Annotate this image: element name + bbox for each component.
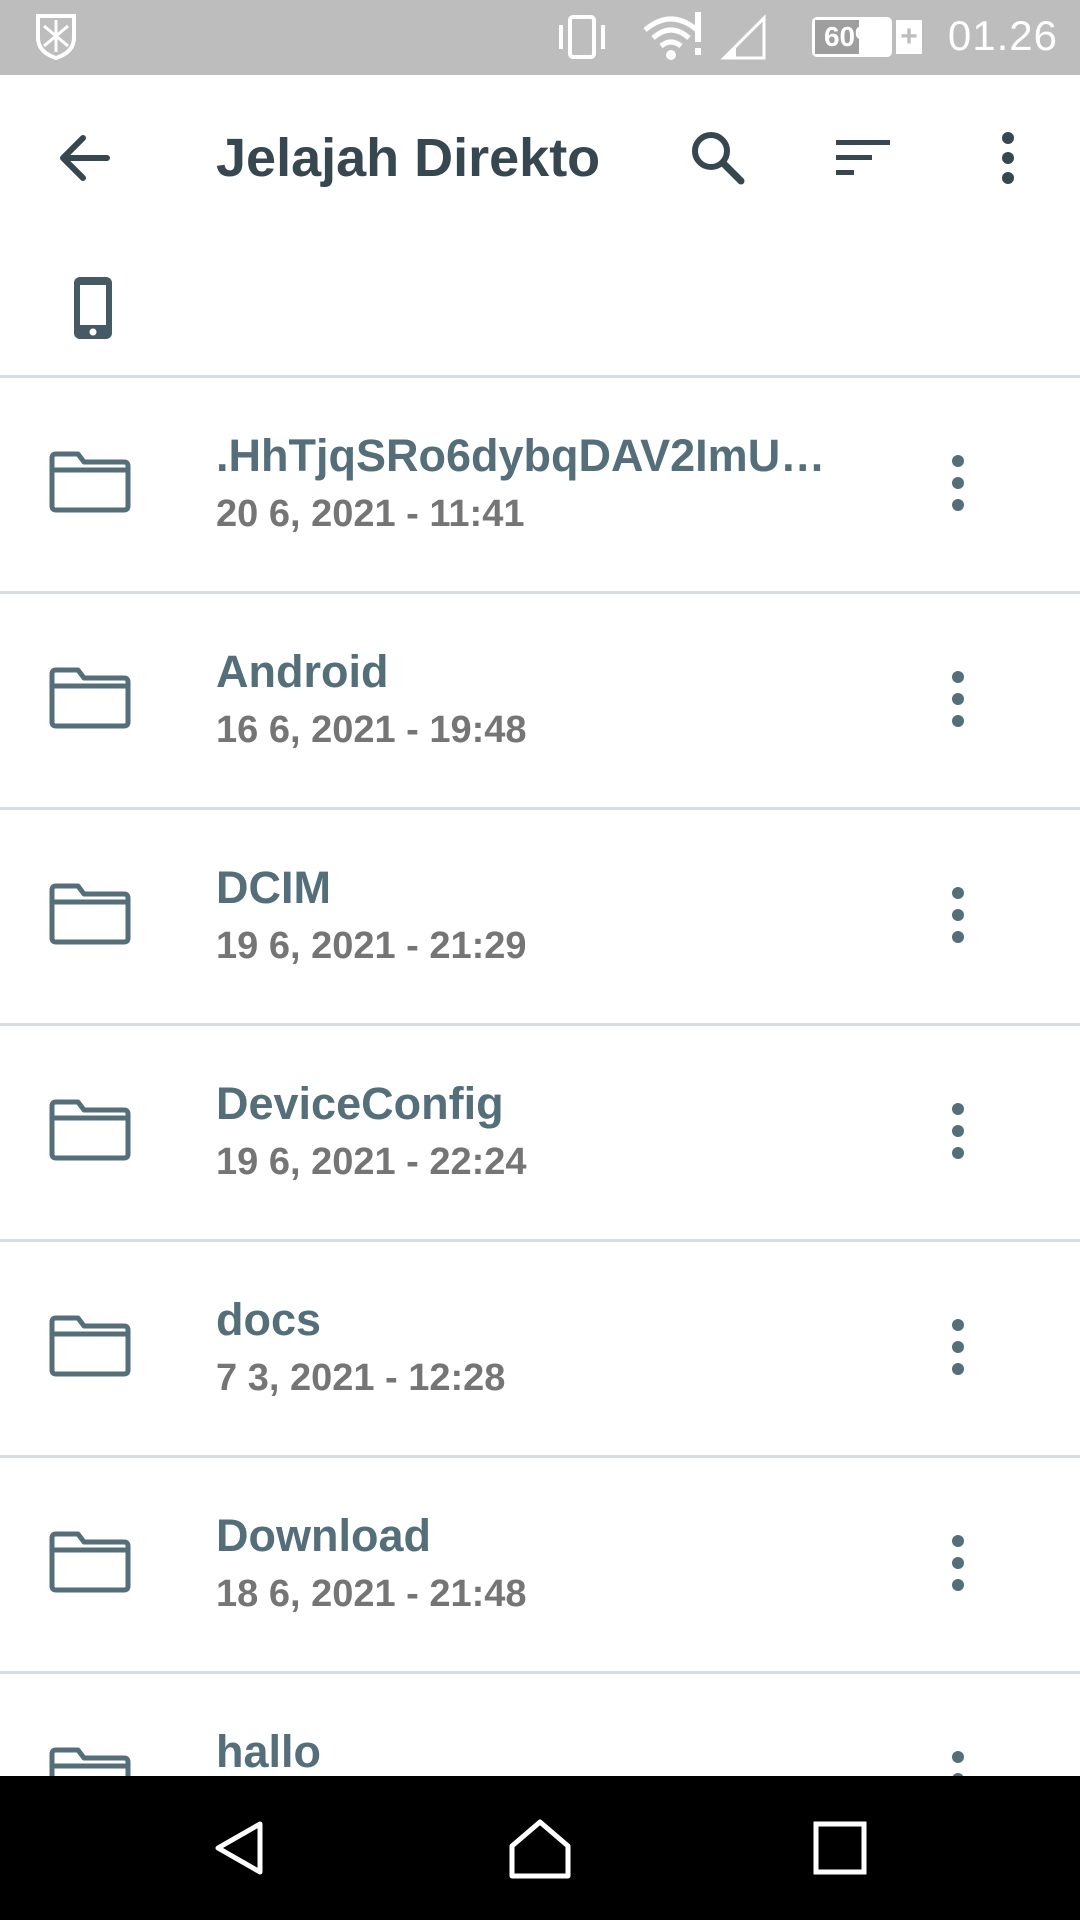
folder-icon [49, 451, 131, 513]
file-date: 19 6, 2021 - 21:29 [216, 925, 527, 967]
file-date: 16 6, 2021 - 19:48 [216, 709, 527, 751]
file-name: docs [216, 1294, 322, 1345]
list-item[interactable]: docs 7 3, 2021 - 12:28 [0, 1242, 1080, 1458]
more-vert-icon [1002, 132, 1014, 184]
sort-button[interactable] [813, 108, 913, 208]
item-more-button[interactable] [908, 1081, 1008, 1181]
cell-signal-icon [720, 14, 766, 60]
item-more-button[interactable] [908, 649, 1008, 749]
list-item[interactable]: Download 18 6, 2021 - 21:48 [0, 1458, 1080, 1674]
file-name: .HhTjqSRo6dybqDAV2ImU… [216, 430, 826, 481]
sort-icon [836, 140, 890, 175]
more-vert-icon [952, 455, 964, 511]
status-time: 01.26 [947, 12, 1058, 59]
folder-icon [49, 883, 131, 945]
app-bar: Jelajah Direkto [0, 75, 1080, 245]
notification-shield-icon [36, 14, 76, 60]
file-name: DeviceConfig [216, 1078, 504, 1129]
navigation-bar [0, 1776, 1080, 1920]
overflow-menu-button[interactable] [958, 108, 1058, 208]
nav-back-button[interactable] [190, 1798, 290, 1898]
back-arrow-icon [60, 135, 110, 181]
more-vert-icon [952, 1535, 964, 1591]
status-bar: 60% + 01.26 [0, 0, 1080, 75]
back-button[interactable] [35, 108, 135, 208]
nav-recents-icon [813, 1821, 867, 1875]
list-item[interactable]: DCIM 19 6, 2021 - 21:29 [0, 810, 1080, 1026]
search-button[interactable] [668, 108, 768, 208]
file-name: Download [216, 1510, 431, 1561]
file-date: 20 6, 2021 - 11:41 [216, 493, 525, 535]
more-vert-icon [952, 1103, 964, 1159]
file-name: Android [216, 646, 389, 697]
wifi-icon [643, 12, 701, 60]
more-vert-icon [952, 671, 964, 727]
nav-home-button[interactable] [490, 1798, 590, 1898]
file-name: DCIM [216, 862, 331, 913]
file-list: .HhTjqSRo6dybqDAV2ImU… 20 6, 2021 - 11:4… [0, 378, 1080, 1776]
nav-back-icon [215, 1821, 263, 1875]
folder-icon [49, 1747, 131, 1776]
battery-icon: 60% [812, 17, 892, 57]
item-more-button[interactable] [908, 865, 1008, 965]
list-item[interactable]: DeviceConfig 19 6, 2021 - 22:24 [0, 1026, 1080, 1242]
folder-icon [49, 667, 131, 729]
more-vert-icon [952, 887, 964, 943]
breadcrumb [0, 245, 1080, 378]
list-item[interactable]: .HhTjqSRo6dybqDAV2ImU… 20 6, 2021 - 11:4… [0, 378, 1080, 594]
more-vert-icon [952, 1319, 964, 1375]
file-date: 19 6, 2021 - 22:24 [216, 1141, 527, 1183]
vibrate-icon [559, 15, 605, 59]
more-vert-icon [952, 1751, 964, 1776]
item-more-button[interactable] [908, 1729, 1008, 1776]
nav-home-icon [509, 1819, 571, 1879]
file-date: 7 3, 2021 - 12:28 [216, 1357, 506, 1399]
nav-recents-button[interactable] [790, 1798, 890, 1898]
item-more-button[interactable] [908, 1513, 1008, 1613]
phone-icon[interactable] [72, 275, 114, 341]
folder-icon [49, 1099, 131, 1161]
search-icon [692, 132, 745, 185]
folder-icon [49, 1315, 131, 1377]
folder-icon [49, 1531, 131, 1593]
list-item[interactable]: Android 16 6, 2021 - 19:48 [0, 594, 1080, 810]
list-item[interactable]: hallo [0, 1674, 1080, 1776]
page-title: Jelajah Direkto [216, 128, 601, 188]
charging-plus-icon: + [896, 20, 922, 54]
item-more-button[interactable] [908, 1297, 1008, 1397]
battery-percent: 60% [823, 21, 881, 52]
file-name: hallo [216, 1726, 322, 1776]
item-more-button[interactable] [908, 433, 1008, 533]
file-date: 18 6, 2021 - 21:48 [216, 1573, 527, 1615]
